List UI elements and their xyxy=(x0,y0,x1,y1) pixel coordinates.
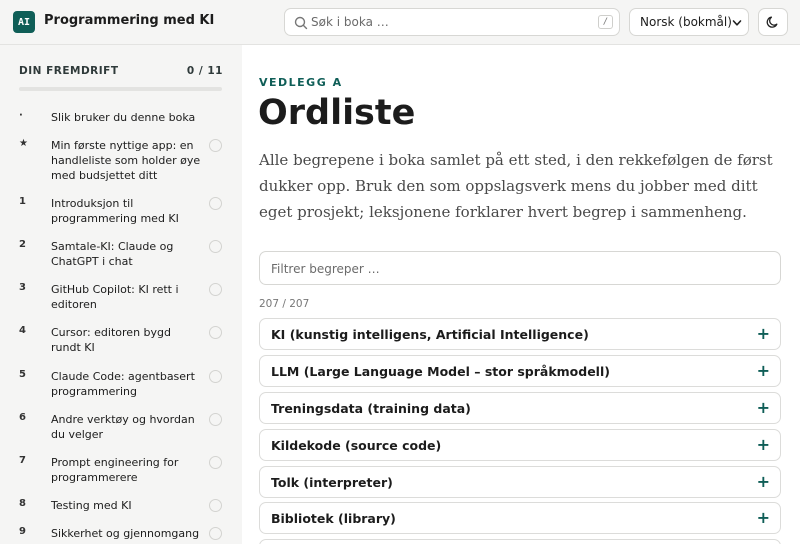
progress-label: DIN FREMDRIFT xyxy=(19,65,119,77)
toc-item-number: 3 xyxy=(19,282,26,293)
glossary-item[interactable]: Kildekode (source code) + xyxy=(259,429,781,461)
glossary-item-term: KI (kunstig intelligens, Artificial Inte… xyxy=(271,327,589,342)
toc-item-number: 5 xyxy=(19,369,26,380)
toc-item-label: Prompt engineering for programmerere xyxy=(51,456,179,484)
glossary-item[interactable]: KI (kunstig intelligens, Artificial Inte… xyxy=(259,318,781,350)
completion-circle-icon[interactable] xyxy=(209,197,222,210)
intro-paragraph: Alle begrepene i boka samlet på ett sted… xyxy=(259,151,773,221)
completion-circle-icon[interactable] xyxy=(209,240,222,253)
glossary-item[interactable]: Treningsdata (training data) + xyxy=(259,392,781,424)
progress-bar xyxy=(19,87,222,91)
moon-icon xyxy=(766,16,778,28)
sidebar: DIN FREMDRIFT 0 / 11 · Slik bruker du de… xyxy=(0,45,242,544)
search-icon xyxy=(294,16,308,30)
progress-heading: DIN FREMDRIFT 0 / 11 xyxy=(19,65,223,77)
completion-circle-icon[interactable] xyxy=(209,456,222,469)
glossary-item-term: Bibliotek (library) xyxy=(271,511,396,526)
toc-item-label: Testing med KI xyxy=(51,499,132,512)
toc-item-label: Introduksjon til programmering med KI xyxy=(51,197,179,225)
completion-circle-icon[interactable] xyxy=(209,527,222,540)
completion-circle-icon[interactable] xyxy=(209,283,222,296)
theme-toggle-button[interactable] xyxy=(758,8,788,36)
page-title: Ordliste xyxy=(258,93,416,133)
main-content: VEDLEGG A Ordliste Alle begrepene i boka… xyxy=(242,45,800,544)
app-title[interactable]: Programmering med KI xyxy=(44,13,214,28)
toc-item-number: 6 xyxy=(19,412,26,423)
completion-circle-icon[interactable] xyxy=(209,413,222,426)
toc-item-label: Cursor: editoren bygd rundt KI xyxy=(51,326,171,354)
completion-circle-icon[interactable] xyxy=(209,326,222,339)
toc-item-label: Slik bruker du denne boka xyxy=(51,111,196,124)
glossary-item[interactable] xyxy=(259,539,781,544)
glossary-item[interactable]: LLM (Large Language Model – stor språkmo… xyxy=(259,355,781,387)
filter-input[interactable] xyxy=(271,260,751,278)
glossary-item-term: Treningsdata (training data) xyxy=(271,401,471,416)
glossary-item-term: Kildekode (source code) xyxy=(271,438,442,453)
toc-item-number: 7 xyxy=(19,455,26,466)
term-count: 207 / 207 xyxy=(259,298,310,310)
search-box[interactable]: / xyxy=(284,8,620,36)
completion-circle-icon[interactable] xyxy=(209,499,222,512)
toc-item-number: 9 xyxy=(19,526,26,537)
toc-item-number: 2 xyxy=(19,239,26,250)
section-eyebrow: VEDLEGG A xyxy=(259,76,343,89)
toc-item-label: Claude Code: agentbasert programmering xyxy=(51,370,195,398)
top-bar: AI Programmering med KI / Norsk (bokmål) xyxy=(0,0,800,45)
glossary-item-term: LLM (Large Language Model – stor språkmo… xyxy=(271,364,610,379)
expand-plus-icon[interactable]: + xyxy=(757,472,770,492)
search-input[interactable] xyxy=(311,13,571,31)
toc-item-number: 8 xyxy=(19,498,26,509)
toc-item-label: Andre verktøy og hvordan du velger xyxy=(51,413,195,441)
app-logo[interactable]: AI xyxy=(13,11,35,33)
expand-plus-icon[interactable]: + xyxy=(757,508,770,528)
expand-plus-icon[interactable]: + xyxy=(757,435,770,455)
language-select-value: Norsk (bokmål) xyxy=(640,15,732,29)
toc-item-label: Sikkerhet og gjennomgang xyxy=(51,527,200,540)
filter-box[interactable] xyxy=(259,251,781,285)
glossary-item[interactable]: Tolk (interpreter) + xyxy=(259,466,781,498)
completion-circle-icon[interactable] xyxy=(209,139,222,152)
toc-item-label: Samtale-KI: Claude og ChatGPT i chat xyxy=(51,240,174,268)
toc-item-label: Min første nyttige app: en handleliste s… xyxy=(51,139,201,182)
toc-item-number: · xyxy=(19,110,23,121)
completion-circle-icon[interactable] xyxy=(209,370,222,383)
glossary-item-term: Tolk (interpreter) xyxy=(271,475,393,490)
toc-item-number: 4 xyxy=(19,325,26,336)
expand-plus-icon[interactable]: + xyxy=(757,398,770,418)
language-select[interactable]: Norsk (bokmål) xyxy=(629,8,749,36)
toc-item-number: 1 xyxy=(19,196,26,207)
search-shortcut-hint: / xyxy=(598,15,613,29)
chevron-down-icon xyxy=(732,20,742,26)
toc-item-label: GitHub Copilot: KI rett i editoren xyxy=(51,283,179,311)
glossary-item[interactable]: Bibliotek (library) + xyxy=(259,502,781,534)
expand-plus-icon[interactable]: + xyxy=(757,361,770,381)
toc-item-number: ★ xyxy=(19,138,28,149)
expand-plus-icon[interactable]: + xyxy=(757,324,770,344)
progress-count: 0 / 11 xyxy=(186,65,223,77)
